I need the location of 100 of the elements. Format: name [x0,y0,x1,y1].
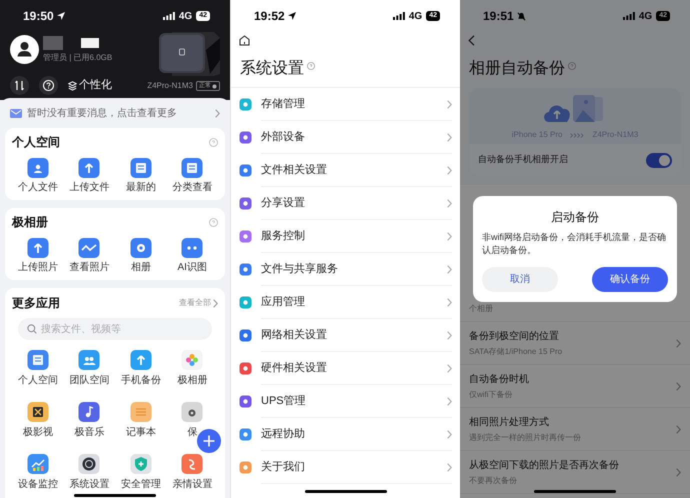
settings-row[interactable]: 服务控制 [231,220,460,253]
status-time: 19:51 [483,8,514,25]
chevron-right-icon [447,132,452,142]
signal-icon [162,12,175,20]
option-value: 不要再次备份 [469,474,518,486]
chevron-right-icon [447,100,452,108]
settings-row[interactable]: UPS管理 [231,385,460,418]
shortcut-button[interactable]: 最新的 [115,157,166,194]
transfer-icon[interactable] [10,76,29,95]
shortcut-button[interactable]: 相册 [115,237,166,274]
chevron-right-icon [676,338,681,348]
section-title: 更多应用 [12,295,60,312]
menu-item-icon [239,428,252,441]
flower-icon [181,349,204,371]
home-icon[interactable] [239,34,250,46]
menu-item-icon [239,362,252,375]
option-row[interactable]: 自动备份时机 仅wifi下备份 [460,365,690,408]
music-note-icon [78,401,100,423]
app-button[interactable]: 安全管理 [115,453,166,491]
network-label: 4G [408,10,422,24]
app-button[interactable]: 极影视 [12,401,64,439]
film-icon [26,401,49,423]
menu-item-icon [239,461,252,474]
personalize-button[interactable]: 个性化 [68,77,112,94]
notice-bar[interactable]: 暂时没有重要消息，点击查看更多 [0,98,230,128]
chevron-right-icon [447,232,452,240]
app-button[interactable]: 设备监控 [12,453,64,491]
chevron-right-icon [676,424,681,434]
shortcut-button[interactable]: 查看照片 [64,237,115,274]
app-button[interactable]: 亲情设置 [166,453,218,491]
app-button[interactable]: 手机备份 [115,349,166,387]
settings-row[interactable]: 文件与共享服务 [231,253,460,286]
toggle-switch[interactable] [646,152,672,168]
shortcut-button[interactable]: 分类查看 [166,157,218,194]
chevron-right-icon [447,364,452,372]
location-arrow-icon [288,12,296,20]
dialog-message: 非wifi网络启动备份，会消耗手机流量，是否确认启动备份。 [482,231,667,257]
settings-row[interactable]: 文件相关设置 [231,154,460,187]
option-row[interactable]: 备份到极空间的位置 SATA存储1/iPhone 15 Pro [460,322,690,365]
app-button[interactable]: 极音乐 [64,401,115,439]
device-drawing [158,30,220,76]
help-icon[interactable] [39,76,58,95]
status-time: 19:50 [23,8,54,25]
chevron-right-icon [676,382,681,390]
menu-item-icon [239,98,252,111]
option-title: 备份到极空间的位置 [469,330,560,344]
menu-item-icon [239,197,252,210]
chevron-right-icon [447,462,452,472]
page-title: 相册自动备份 [469,58,565,79]
app-button[interactable]: 团队空间 [64,349,115,387]
chevron-right-icon [447,396,452,406]
search-field[interactable]: 搜索文件、视频等 [18,318,212,340]
layers-icon [68,80,77,90]
back-icon[interactable] [468,34,475,46]
confirm-button[interactable]: 确认备份 [592,267,668,292]
option-value: SATA存储1/iPhone 15 Pro [469,346,562,358]
settings-row[interactable]: 应用管理 [231,286,460,319]
settings-row[interactable]: 外部设备 [231,121,460,154]
option-title: 自动备份时机 [469,372,529,386]
network-label: 4G [178,10,192,24]
avatar-icon[interactable] [10,35,39,64]
settings-row[interactable]: 关于我们 [231,451,460,484]
shortcut-button[interactable]: 个人文件 [12,157,64,194]
chevron-right-icon [213,298,218,308]
loop-icon [181,453,204,475]
page-title: 系统设置 [240,58,304,78]
option-value: 个相册 [469,303,493,315]
chevron-right-icon [215,108,220,118]
settings-row[interactable]: 存储管理 [231,88,460,121]
dialog-title: 启动备份 [551,209,599,226]
toggle-label: 自动备份手机相册开启 [478,153,568,166]
shortcut-button[interactable]: 上传文件 [64,157,115,194]
chevron-right-icon [447,264,452,274]
chevron-right-icon [447,198,452,208]
shortcut-button[interactable]: 上传照片 [12,237,64,274]
chevron-right-icon [447,298,452,306]
document-icon [130,157,152,179]
settings-row[interactable]: 网络相关设置 [231,319,460,352]
section-title: 个人空间 [12,134,60,151]
redacted-name-block [43,36,63,50]
chevron-right-icon [676,468,681,476]
section-title: 极相册 [12,214,48,231]
app-button[interactable]: 个人空间 [12,349,64,387]
shortcut-button[interactable]: AI识图 [166,237,218,274]
device-name: Z4Pro-N1M3 [147,80,193,92]
settings-row[interactable]: 硬件相关设置 [231,352,460,385]
menu-item-icon [239,263,252,276]
cancel-button[interactable]: 取消 [482,267,558,292]
app-button[interactable]: 记事本 [115,401,166,439]
menu-item-icon [239,329,252,342]
settings-row[interactable]: 分享设置 [231,187,460,220]
menu-item-icon [239,164,252,177]
chart-icon [26,453,49,475]
bell-slash-icon [516,12,526,20]
app-button[interactable]: 系统设置 [64,453,115,491]
add-icon[interactable] [197,429,221,453]
option-title: 相同照片处理方式 [469,416,550,430]
notice-text: 暂时没有重要消息，点击查看更多 [27,106,178,120]
app-button[interactable]: 极相册 [166,349,218,387]
settings-row[interactable]: 远程协助 [231,418,460,451]
